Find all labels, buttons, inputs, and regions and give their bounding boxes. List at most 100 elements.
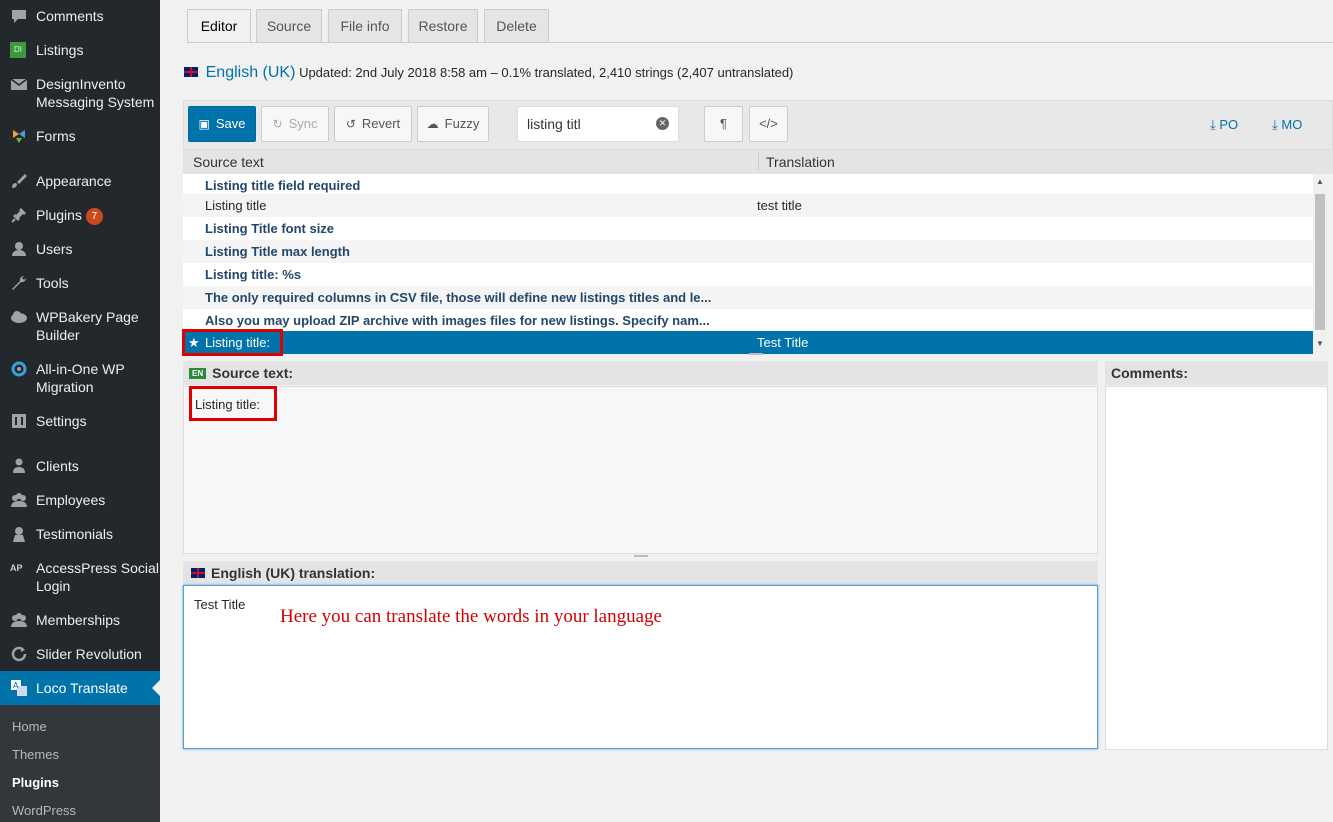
list-scrollbar[interactable]: ▲ ▼ bbox=[1313, 174, 1327, 353]
testimonial-icon bbox=[10, 525, 28, 543]
clear-search-icon[interactable]: ✕ bbox=[656, 117, 669, 130]
translation-panel-header: English (UK) translation: bbox=[183, 561, 1098, 585]
search-input[interactable] bbox=[517, 106, 679, 142]
table-row[interactable]: Listing title: %s bbox=[183, 263, 1313, 286]
row-source: Listing title: bbox=[205, 335, 271, 350]
wrench-icon bbox=[10, 274, 28, 292]
uk-flag-icon bbox=[191, 568, 205, 578]
translation-panel-title: English (UK) translation: bbox=[211, 565, 376, 581]
comments-panel-header: Comments: bbox=[1105, 361, 1328, 385]
comments-box[interactable] bbox=[1105, 386, 1328, 750]
sync-button[interactable]: ↻ Sync bbox=[261, 106, 329, 142]
table-header: Source text Translation bbox=[183, 150, 1333, 174]
file-status: Updated: 2nd July 2018 8:58 am – 0.1% tr… bbox=[299, 65, 794, 80]
revert-icon: ↺ bbox=[345, 117, 356, 131]
group-icon bbox=[10, 491, 28, 509]
column-source-text[interactable]: Source text bbox=[193, 154, 264, 170]
table-row[interactable]: Also you may upload ZIP archive with ima… bbox=[183, 309, 1313, 332]
highlight-box bbox=[189, 386, 277, 421]
column-divider[interactable] bbox=[758, 153, 759, 171]
user-icon bbox=[10, 240, 28, 258]
en-badge: EN bbox=[189, 368, 207, 379]
comments-panel-title: Comments: bbox=[1111, 365, 1189, 381]
tab-file-info[interactable]: File info bbox=[328, 9, 402, 43]
tab-editor[interactable]: Editor bbox=[187, 9, 251, 43]
submenu-wordpress[interactable]: WordPress bbox=[12, 803, 76, 818]
migration-icon bbox=[10, 360, 28, 378]
revert-label: Revert bbox=[361, 116, 401, 131]
cloud-icon: ☁ bbox=[426, 117, 439, 131]
translation-value: Test Title bbox=[194, 597, 246, 612]
group-icon bbox=[10, 611, 28, 629]
scroll-up-icon[interactable]: ▲ bbox=[1316, 177, 1324, 186]
row-translation: Test Title bbox=[757, 335, 809, 350]
comment-icon bbox=[10, 7, 28, 25]
scroll-down-icon[interactable]: ▼ bbox=[1316, 339, 1324, 348]
row-source: Listing title bbox=[205, 198, 267, 213]
row-source: Also you may upload ZIP archive with ima… bbox=[205, 313, 710, 328]
sidebar-item-loco-translate[interactable]: A Loco Translate bbox=[0, 671, 160, 705]
row-source: The only required columns in CSV file, t… bbox=[205, 290, 712, 305]
resize-handle[interactable] bbox=[634, 555, 648, 557]
scrollbar-thumb[interactable] bbox=[1315, 194, 1325, 330]
fuzzy-button[interactable]: ☁ Fuzzy bbox=[417, 106, 489, 142]
row-source: Listing title: %s bbox=[205, 267, 302, 282]
save-button[interactable]: ▣ Save bbox=[188, 106, 256, 142]
row-source: Listing Title max length bbox=[205, 244, 350, 259]
paintbrush-icon bbox=[10, 172, 28, 190]
sync-label: Sync bbox=[288, 116, 318, 131]
plugins-label: Plugins bbox=[36, 207, 82, 223]
language-name: English (UK) bbox=[205, 64, 296, 81]
table-row[interactable]: Listing Title font size bbox=[183, 217, 1313, 240]
source-text-box: Listing title: bbox=[183, 386, 1098, 554]
loco-submenu: Home Themes Plugins WordPress bbox=[0, 705, 160, 822]
plugin-icon bbox=[10, 206, 28, 224]
column-translation[interactable]: Translation bbox=[766, 154, 835, 170]
row-source: Listing Title font size bbox=[205, 221, 335, 236]
download-po-link[interactable]: ⤓ PO bbox=[1210, 117, 1238, 133]
table-row[interactable]: Listing title test title bbox=[183, 194, 1313, 217]
tab-delete[interactable]: Delete bbox=[484, 9, 549, 43]
listings-di-icon: DI bbox=[10, 42, 26, 58]
row-translation: test title bbox=[757, 198, 802, 213]
source-panel-header: EN Source text: bbox=[183, 361, 1098, 385]
strings-list: Listing title field required Listing tit… bbox=[183, 174, 1313, 354]
settings-icon bbox=[10, 412, 28, 430]
floppy-icon: ▣ bbox=[198, 117, 210, 131]
tab-source[interactable]: Source bbox=[256, 9, 322, 43]
file-header: English (UK) Updated: 2nd July 2018 8:58… bbox=[184, 64, 884, 82]
annotation-text: Here you can translate the words in your… bbox=[280, 606, 662, 627]
uk-flag-icon bbox=[184, 67, 198, 77]
admin-sidebar: Comments DI Listings DesignInvento Messa… bbox=[0, 0, 160, 822]
editor-toolbar: ▣Save ↻Sync ↺Revert ☁Fuzzy ✕ ¶ </> ⤓ PO … bbox=[183, 100, 1333, 150]
toggle-invisibles-button[interactable]: ¶ bbox=[704, 106, 743, 142]
translate-icon: A bbox=[10, 679, 28, 697]
submenu-home[interactable]: Home bbox=[12, 719, 47, 734]
main-content: Editor Source File info Restore Delete E… bbox=[160, 0, 1333, 822]
mo-label: MO bbox=[1281, 117, 1303, 132]
revert-button[interactable]: ↺ Revert bbox=[334, 106, 412, 142]
sync-icon: ↻ bbox=[272, 117, 283, 131]
resize-handle[interactable] bbox=[749, 353, 763, 355]
tab-divider bbox=[187, 42, 1333, 43]
cloud-icon bbox=[10, 308, 28, 326]
save-label: Save bbox=[215, 116, 246, 131]
table-row-selected[interactable]: ★ Listing title: Test Title bbox=[183, 331, 1313, 354]
tab-restore[interactable]: Restore bbox=[408, 9, 478, 43]
download-icon: ⤓ bbox=[1272, 117, 1278, 132]
ap-icon: AP bbox=[10, 563, 23, 573]
translation-textarea[interactable]: Test Title Here you can translate the wo… bbox=[183, 585, 1098, 749]
fuzzy-label: Fuzzy bbox=[444, 116, 480, 131]
download-mo-link[interactable]: ⤓ MO bbox=[1272, 117, 1302, 133]
submenu-plugins[interactable]: Plugins bbox=[12, 775, 59, 790]
source-panel-title: Source text: bbox=[212, 365, 294, 381]
submenu-themes[interactable]: Themes bbox=[12, 747, 59, 762]
highlight-box bbox=[182, 329, 283, 356]
po-label: PO bbox=[1219, 117, 1239, 132]
refresh-icon bbox=[10, 645, 28, 663]
table-row[interactable]: The only required columns in CSV file, t… bbox=[183, 286, 1313, 309]
toggle-code-button[interactable]: </> bbox=[749, 106, 788, 142]
update-count-badge: 7 bbox=[85, 208, 103, 225]
download-icon: ⤓ bbox=[1210, 117, 1216, 132]
table-row[interactable]: Listing Title max length bbox=[183, 240, 1313, 263]
